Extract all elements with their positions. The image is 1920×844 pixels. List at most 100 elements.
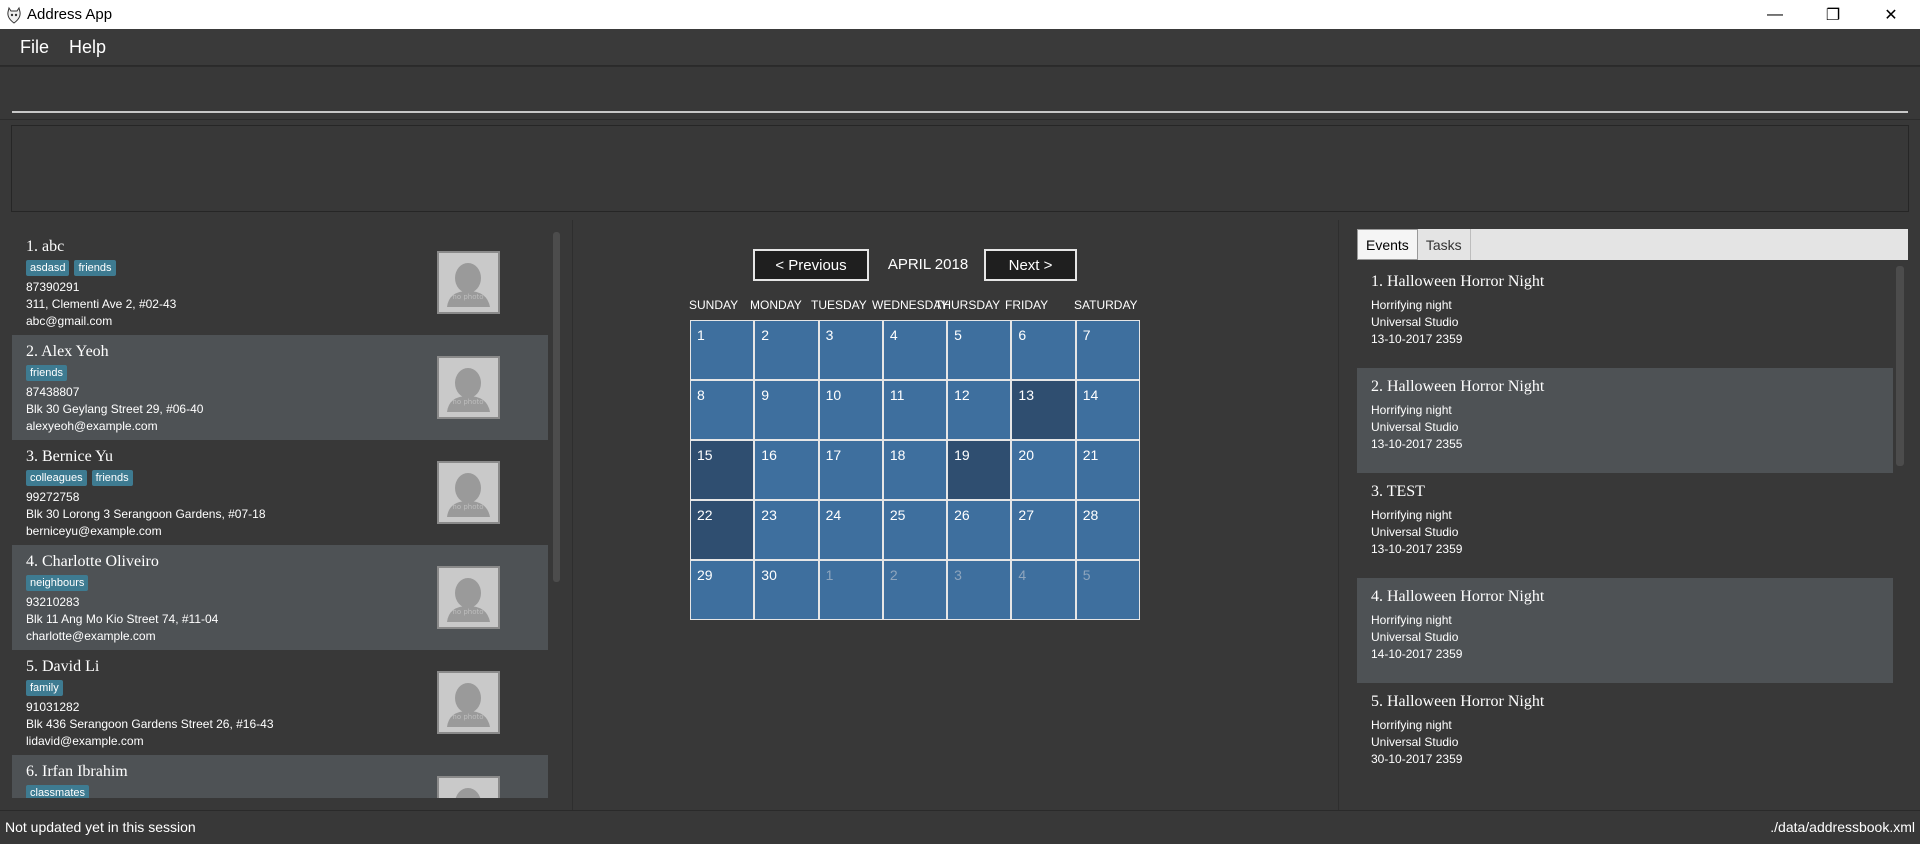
event-datetime: 13-10-2017 2355 — [1371, 437, 1463, 451]
event-datetime: 13-10-2017 2359 — [1371, 542, 1463, 556]
calendar-day-cell[interactable]: 26 — [948, 501, 1011, 559]
calendar-day-cell[interactable]: 23 — [755, 501, 818, 559]
calendar-day-cell[interactable]: 28 — [1076, 501, 1139, 559]
calendar-day-cell[interactable]: 29 — [691, 561, 754, 619]
event-datetime: 30-10-2017 2359 — [1371, 752, 1463, 766]
event-list-scrollbar[interactable] — [1896, 266, 1904, 466]
no-photo-placeholder-icon: no photo — [447, 263, 490, 307]
event-card[interactable]: 1. Halloween Horror Night Horrifying nig… — [1357, 263, 1893, 368]
calendar-day-cell[interactable]: 12 — [948, 381, 1011, 439]
calendar-day-cell[interactable]: 27 — [1012, 501, 1075, 559]
calendar-nav: < Previous APRIL 2018 Next > — [753, 249, 1083, 281]
event-venue: Universal Studio — [1371, 630, 1459, 644]
no-photo-placeholder-icon: no photo — [447, 683, 490, 727]
calendar-day-cell[interactable]: 15 — [691, 441, 754, 499]
calendar-day-cell[interactable]: 3 — [948, 561, 1011, 619]
previous-month-button[interactable]: < Previous — [753, 249, 869, 281]
calendar-day-cell[interactable]: 10 — [819, 381, 882, 439]
event-description: Horrifying night — [1371, 403, 1452, 417]
calendar-day-cell[interactable]: 14 — [1076, 381, 1139, 439]
calendar-day-cell[interactable]: 18 — [883, 441, 947, 499]
tab-tasks[interactable]: Tasks — [1418, 229, 1471, 260]
calendar-day-cell[interactable]: 2 — [883, 561, 947, 619]
day-header-tuesday: TUESDAY — [811, 298, 867, 312]
calendar-day-cell[interactable]: 20 — [1012, 441, 1075, 499]
calendar-day-cell[interactable]: 24 — [819, 501, 882, 559]
calendar-day-cell[interactable]: 21 — [1076, 441, 1139, 499]
app-logo-icon — [6, 6, 22, 24]
calendar-grid: 1 2 3 4 5 6 7 8 9 10 11 12 13 14 15 16 17 18 19 20 21 22 23 24 2… — [690, 320, 1140, 620]
menu-help[interactable]: Help — [59, 37, 116, 58]
menu-file[interactable]: File — [10, 37, 59, 58]
next-month-button[interactable]: Next > — [984, 249, 1077, 281]
minimize-button[interactable]: — — [1746, 0, 1804, 29]
result-display-area — [0, 120, 1920, 220]
day-header-sunday: SUNDAY — [689, 298, 739, 312]
event-description: Horrifying night — [1371, 718, 1452, 732]
person-card[interactable]: 2. Alex Yeoh friends 87438807 Blk 30 Geylan… — [12, 335, 548, 440]
calendar-day-cell[interactable]: 19 — [948, 441, 1011, 499]
calendar-day-cell[interactable]: 9 — [755, 381, 818, 439]
event-card[interactable]: 4. Halloween Horror Night Horrifying nig… — [1357, 578, 1893, 683]
calendar-day-cell[interactable]: 3 — [819, 321, 882, 379]
person-email: alexyeoh@example.com — [26, 419, 158, 433]
command-input[interactable] — [12, 77, 1908, 113]
day-header-friday: FRIDAY — [1005, 298, 1049, 312]
calendar-day-cell[interactable]: 30 — [755, 561, 818, 619]
calendar-day-cell[interactable]: 7 — [1076, 321, 1139, 379]
person-card[interactable]: 6. Irfan Ibrahimclassmates no photo — [12, 755, 548, 798]
event-list[interactable]: 1. Halloween Horror Night Horrifying nig… — [1357, 263, 1893, 793]
event-card[interactable]: 5. Halloween Horror Night Horrifying nig… — [1357, 683, 1893, 788]
month-label: APRIL 2018 — [887, 256, 969, 273]
person-email: berniceyu@example.com — [26, 524, 162, 538]
event-card[interactable]: 3. TEST Horrifying night Universal Studi… — [1357, 473, 1893, 578]
calendar-day-cell[interactable]: 13 — [1012, 381, 1075, 439]
person-email: abc@gmail.com — [26, 314, 113, 328]
event-title: 4. Halloween Horror Night — [1371, 588, 1545, 605]
calendar-day-cell[interactable]: 16 — [755, 441, 818, 499]
person-card[interactable]: 5. David Li family 91031282 Blk 436 Serango… — [12, 650, 548, 755]
calendar-day-cell[interactable]: 4 — [1012, 561, 1075, 619]
tag-badge: friends — [26, 365, 68, 381]
calendar-day-cell[interactable]: 4 — [883, 321, 947, 379]
calendar-day-cell[interactable]: 1 — [819, 561, 882, 619]
person-card[interactable]: 4. Charlotte Oliveiro neighbours 93210283 B… — [12, 545, 548, 650]
event-venue: Universal Studio — [1371, 315, 1459, 329]
no-photo-caption: no photo — [452, 398, 483, 406]
person-card[interactable]: 1. abc asdasd friends 87390291 311, Clementi… — [12, 230, 548, 335]
person-photo: no photo — [437, 776, 500, 798]
calendar-day-cell[interactable]: 2 — [755, 321, 818, 379]
tag-badge: classmates — [26, 785, 90, 798]
calendar-day-cell[interactable]: 8 — [691, 381, 754, 439]
day-headers: SUNDAY MONDAY TUESDAY WEDNESDAY THURSDAY… — [689, 298, 1149, 314]
calendar-day-cell[interactable]: 5 — [948, 321, 1011, 379]
event-datetime: 14-10-2017 2359 — [1371, 647, 1463, 661]
calendar-day-cell[interactable]: 5 — [1076, 561, 1139, 619]
no-photo-placeholder-icon: no photo — [455, 788, 481, 798]
event-title: 1. Halloween Horror Night — [1371, 273, 1545, 290]
no-photo-placeholder-icon: no photo — [447, 578, 490, 622]
event-description: Horrifying night — [1371, 613, 1452, 627]
event-card[interactable]: 2. Halloween Horror Night Horrifying nig… — [1357, 368, 1893, 473]
title-bar: Address App — ❐ ✕ — [0, 0, 1920, 29]
no-photo-caption: no photo — [452, 713, 483, 721]
person-list-scrollbar[interactable] — [553, 232, 560, 582]
person-card[interactable]: 3. Bernice Yu colleagues friends 99272758 Bl… — [12, 440, 548, 545]
person-email: lidavid@example.com — [26, 734, 144, 748]
day-header-saturday: SATURDAY — [1074, 298, 1138, 312]
tab-bar: Events Tasks — [1357, 229, 1908, 260]
calendar-day-cell[interactable]: 1 — [691, 321, 754, 379]
calendar-day-cell[interactable]: 25 — [883, 501, 947, 559]
calendar-day-cell[interactable]: 17 — [819, 441, 882, 499]
calendar-day-cell[interactable]: 22 — [691, 501, 754, 559]
close-button[interactable]: ✕ — [1862, 0, 1920, 29]
calendar-day-cell[interactable]: 6 — [1012, 321, 1075, 379]
tab-events[interactable]: Events — [1357, 229, 1418, 260]
person-list[interactable]: 1. abc asdasd friends 87390291 311, Clementi… — [12, 230, 548, 798]
restore-button[interactable]: ❐ — [1804, 0, 1862, 29]
no-photo-caption: no photo — [452, 503, 483, 511]
calendar-panel: < Previous APRIL 2018 Next > SUNDAY MOND… — [573, 220, 1339, 810]
tag-badge: neighbours — [26, 575, 89, 591]
event-datetime: 13-10-2017 2359 — [1371, 332, 1463, 346]
calendar-day-cell[interactable]: 11 — [883, 381, 947, 439]
